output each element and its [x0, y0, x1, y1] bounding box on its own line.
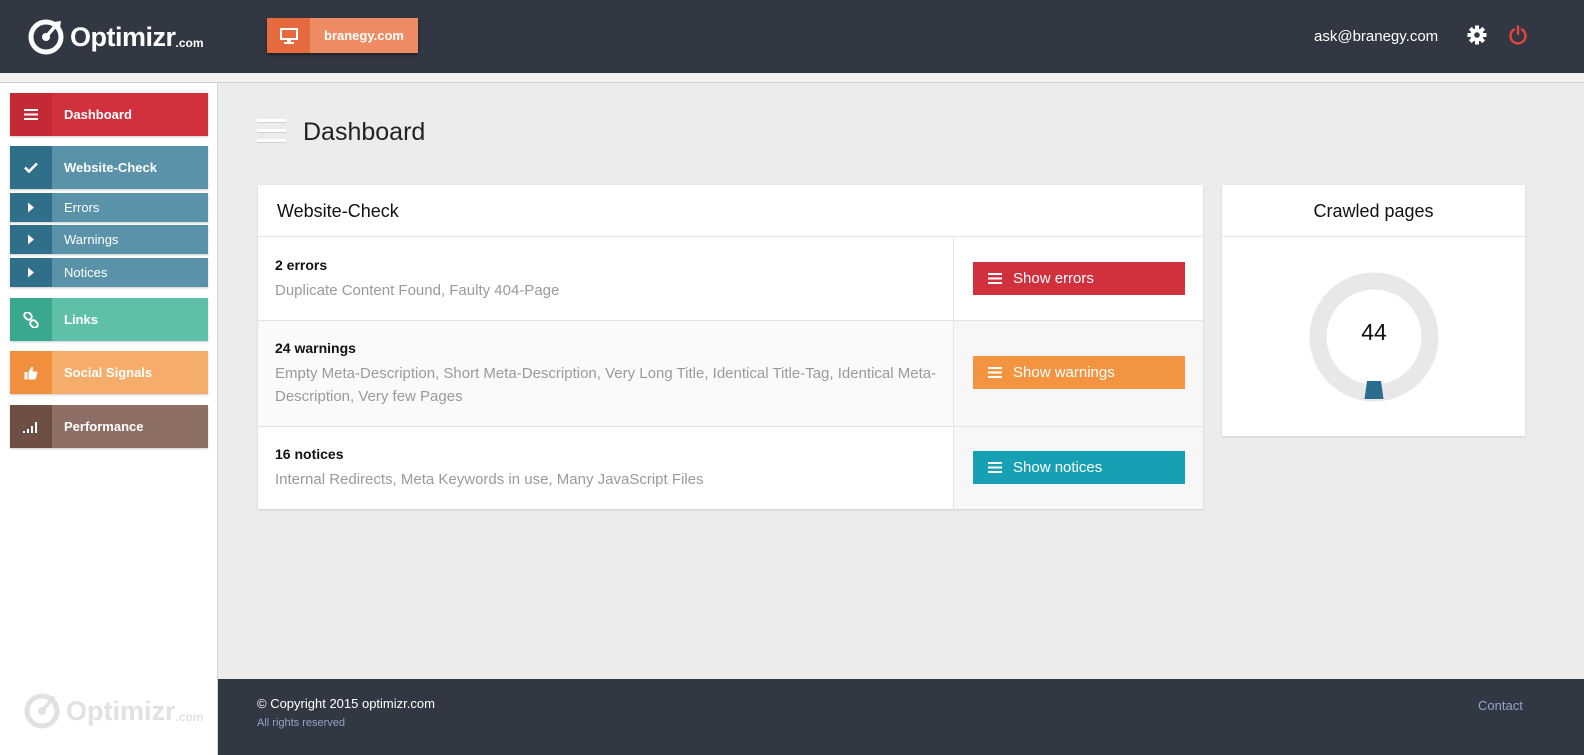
warnings-count: 24 warnings: [275, 340, 356, 356]
gauge-indicator: [1364, 381, 1384, 399]
caret-right-icon: [10, 193, 52, 222]
user-email[interactable]: ask@branegy.com: [1314, 28, 1438, 45]
app-logo[interactable]: Optimizr .com: [28, 18, 204, 56]
sidebar-item-website-check[interactable]: Website-Check: [10, 146, 208, 189]
errors-count: 2 errors: [275, 257, 328, 273]
sidebar-item-dashboard[interactable]: Dashboard: [10, 93, 208, 136]
show-notices-button[interactable]: Show notices: [973, 451, 1185, 484]
sidebar-item-links[interactable]: Links: [10, 298, 208, 341]
show-errors-button[interactable]: Show errors: [973, 262, 1185, 295]
sidebar-item-performance[interactable]: Performance: [10, 405, 208, 448]
notices-details: Internal Redirects, Meta Keywords in use…: [275, 471, 704, 488]
speedometer-logo-icon: [24, 693, 60, 729]
page-footer: © Copyright 2015 optimizr.com All rights…: [218, 679, 1584, 755]
sidebar-item-notices[interactable]: Notices: [10, 258, 208, 287]
sidebar-item-errors[interactable]: Errors: [10, 193, 208, 222]
thumbs-up-icon: [10, 351, 52, 394]
sidebar: Dashboard Website-Check Errors Warnings …: [0, 83, 218, 755]
sidebar-footer-logo: Optimizr .com: [24, 693, 204, 729]
sidebar-item-label: Dashboard: [64, 107, 132, 122]
card-title: Crawled pages: [1313, 201, 1434, 221]
site-selector-label: branegy.com: [310, 18, 418, 53]
card-title: Website-Check: [277, 201, 399, 221]
button-label: Show notices: [1013, 459, 1103, 476]
card-header: Website-Check: [258, 185, 1203, 237]
page-title: Dashboard: [303, 118, 426, 146]
website-check-card: Website-Check 2 errors Duplicate Content…: [258, 185, 1203, 509]
sidebar-item-label: Warnings: [64, 232, 119, 247]
header-divider: [0, 73, 1584, 83]
sidebar-item-label: Performance: [64, 419, 144, 434]
menu-icon: [988, 273, 1002, 284]
signal-bars-icon: [10, 405, 52, 448]
link-icon: [10, 298, 52, 341]
contact-link[interactable]: Contact: [1478, 698, 1523, 713]
monitor-icon: [267, 18, 310, 53]
show-warnings-button[interactable]: Show warnings: [973, 356, 1185, 389]
top-header: Optimizr .com branegy.com ask@branegy.co…: [0, 0, 1584, 73]
menu-icon: [988, 462, 1002, 473]
logo-text: Optimizr: [70, 22, 176, 52]
rights-text: All rights reserved: [257, 717, 346, 729]
row-action-cell: Show warnings: [953, 321, 1203, 426]
row-action-cell: Show errors: [953, 237, 1203, 320]
sidebar-footer-logo-text: Optimizr: [66, 695, 176, 726]
page-menu-icon: [257, 119, 286, 143]
errors-row: 2 errors Duplicate Content Found, Faulty…: [258, 237, 1203, 321]
sidebar-item-label: Notices: [64, 265, 108, 280]
caret-right-icon: [10, 225, 52, 254]
notices-count: 16 notices: [275, 446, 344, 462]
crawled-pages-value: 44: [1361, 319, 1387, 345]
speedometer-logo-icon: [28, 19, 64, 55]
logo-suffix: .com: [175, 36, 204, 50]
notices-row: 16 notices Internal Redirects, Meta Keyw…: [258, 427, 1203, 509]
gear-icon[interactable]: [1467, 25, 1487, 45]
check-icon: [10, 146, 52, 189]
sidebar-item-social-signals[interactable]: Social Signals: [10, 351, 208, 394]
caret-right-icon: [10, 258, 52, 287]
sidebar-footer-logo-suffix: .com: [175, 710, 204, 724]
sidebar-item-label: Social Signals: [64, 365, 153, 380]
card-header: Crawled pages: [1222, 185, 1525, 237]
copyright-text: © Copyright 2015 optimizr.com: [257, 696, 435, 711]
menu-icon: [10, 93, 52, 136]
errors-details: Duplicate Content Found, Faulty 404-Page: [275, 282, 560, 299]
power-icon[interactable]: [1508, 25, 1528, 45]
sidebar-item-label: Website-Check: [64, 160, 157, 175]
warnings-details: Empty Meta-Description, Short Meta-Descr…: [275, 365, 937, 405]
row-action-cell: Show notices: [953, 427, 1203, 509]
sidebar-item-warnings[interactable]: Warnings: [10, 225, 208, 254]
sidebar-item-label: Errors: [64, 200, 100, 215]
site-selector-button[interactable]: branegy.com: [267, 18, 418, 53]
button-label: Show warnings: [1013, 364, 1115, 381]
sidebar-item-label: Links: [64, 312, 98, 327]
warnings-row: 24 warnings Empty Meta-Description, Shor…: [258, 321, 1203, 427]
button-label: Show errors: [1013, 270, 1094, 287]
crawled-pages-card: Crawled pages 44: [1222, 185, 1525, 436]
menu-icon: [988, 367, 1002, 378]
